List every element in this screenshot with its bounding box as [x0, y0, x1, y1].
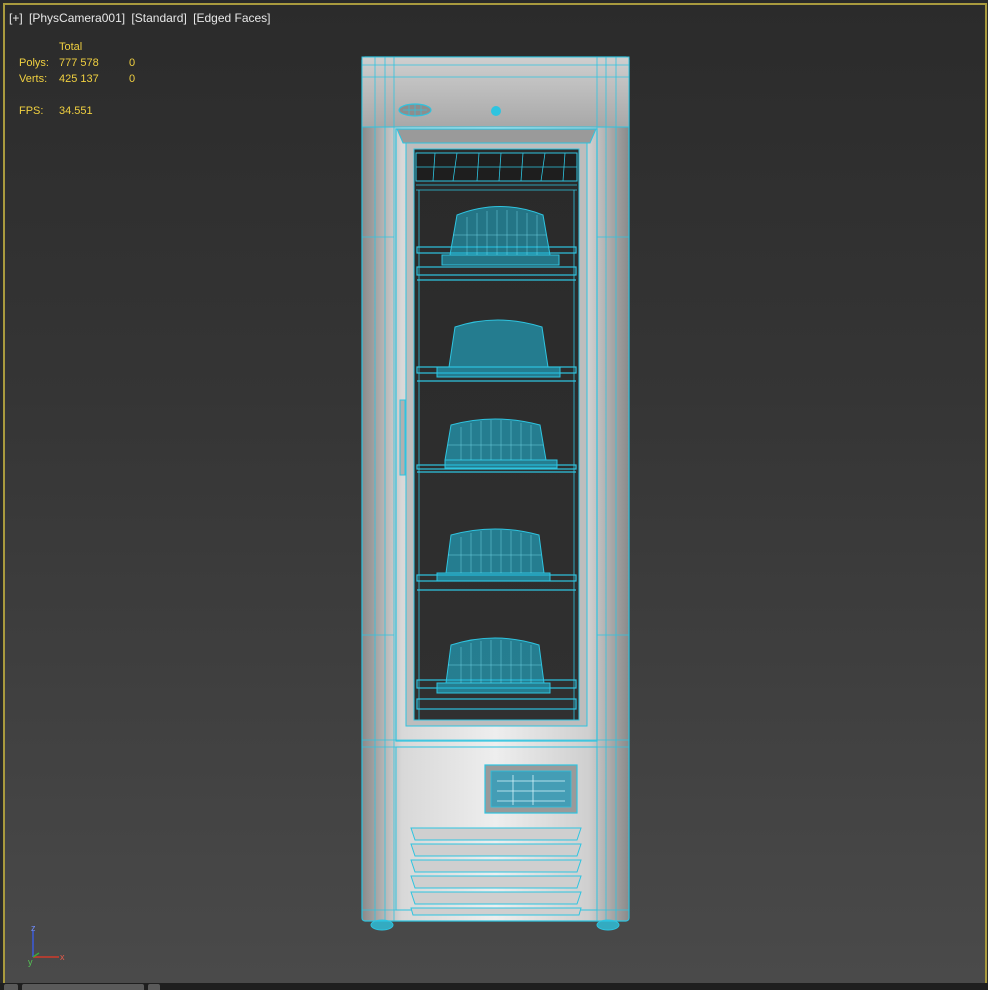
basket-2 — [436, 319, 561, 378]
timeline-strip[interactable] — [0, 983, 988, 990]
indicator-light — [491, 106, 501, 116]
axis-z-label: z — [31, 923, 36, 933]
timeline-slider[interactable] — [22, 984, 144, 990]
basket-1 — [441, 206, 560, 266]
fridge-top-panel — [361, 56, 630, 128]
door-frame — [396, 128, 597, 144]
axis-y-label: y — [28, 957, 33, 967]
axis-tripod: z y x — [23, 923, 73, 968]
viewport[interactable]: [+] [PhysCamera001] [Standard] [Edged Fa… — [3, 3, 987, 985]
axis-x-label: x — [60, 952, 65, 962]
door-handle[interactable] — [399, 399, 406, 476]
timeline-right-arrow[interactable] — [148, 984, 160, 990]
refrigerator-wireframe-model[interactable] — [5, 5, 985, 983]
control-display — [490, 770, 572, 808]
basket-5 — [436, 637, 551, 694]
timeline-left-arrow[interactable] — [4, 984, 18, 990]
